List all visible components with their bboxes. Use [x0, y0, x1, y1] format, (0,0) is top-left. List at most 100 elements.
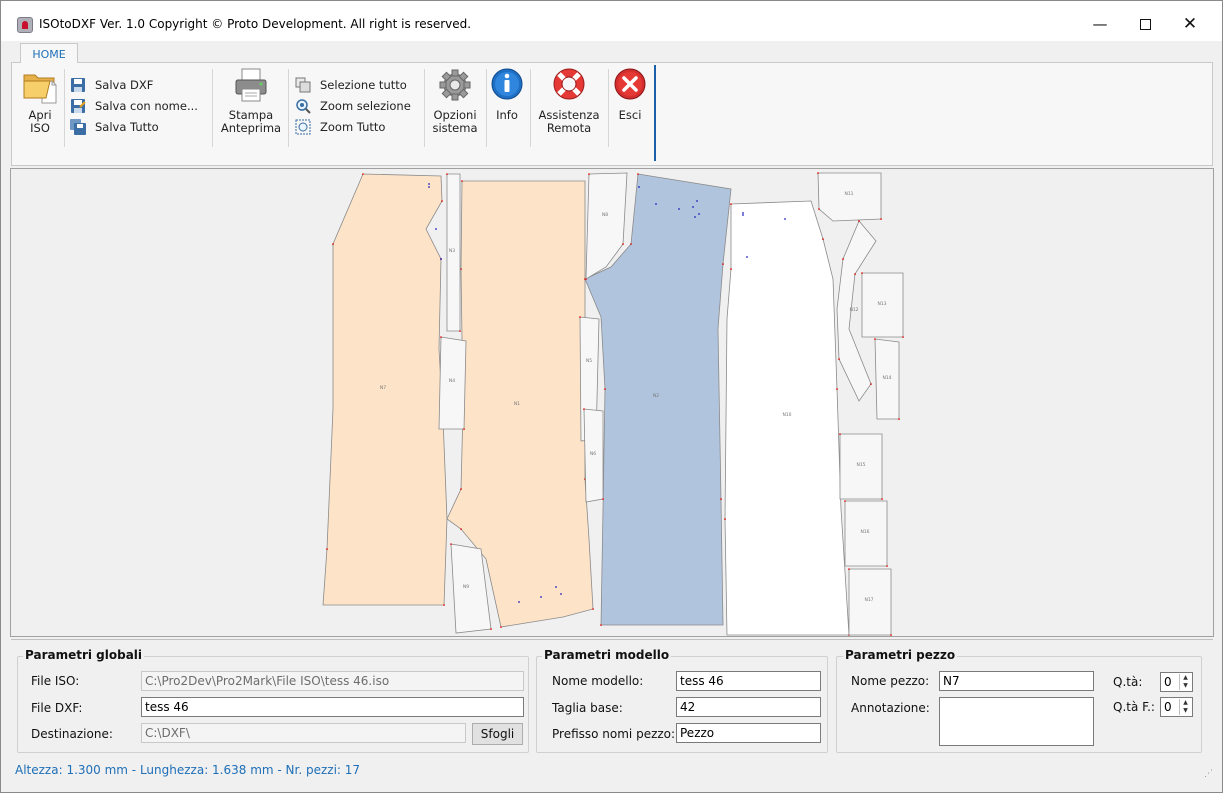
model-name-field[interactable]: tess 46: [676, 671, 821, 691]
notch-mark: [630, 243, 632, 245]
close-button[interactable]: ✕: [1167, 9, 1213, 39]
system-options-button[interactable]: Opzioni sistema: [428, 67, 482, 135]
zoom-selection-label: Zoom selezione: [320, 99, 411, 113]
model-name-label: Nome modello:: [552, 674, 644, 688]
pattern-piece-label: N7: [380, 385, 386, 391]
notch-mark: [585, 278, 587, 280]
minimize-button[interactable]: —: [1077, 9, 1123, 39]
file-iso-field[interactable]: C:\Pro2Dev\Pro2Mark\File ISO\tess 46.iso: [141, 671, 524, 691]
floppy-multiple-icon: [70, 119, 86, 135]
notch-mark: [600, 624, 602, 626]
pattern-piece[interactable]: N14: [874, 338, 900, 420]
notch-mark: [890, 634, 892, 636]
quantity-value: 0: [1164, 675, 1172, 689]
pattern-piece[interactable]: N16: [844, 500, 888, 567]
model-parameters-title: Parametri modello: [542, 648, 672, 662]
notch-mark: [818, 208, 820, 210]
save-all-button[interactable]: Salva Tutto: [70, 119, 159, 135]
pattern-piece[interactable]: N6: [583, 408, 604, 503]
pattern-piece-label: N12: [849, 307, 858, 313]
ribbon: Apri ISO Salva DXF Salva con nome... Sal…: [11, 63, 1213, 166]
browse-button[interactable]: Sfogli: [472, 723, 523, 745]
open-iso-label-2: ISO: [30, 121, 50, 135]
annotation-field[interactable]: [939, 697, 1094, 746]
open-iso-button[interactable]: Apri ISO: [22, 67, 58, 135]
ribbon-separator: [608, 69, 609, 147]
notch-mark: [722, 263, 724, 265]
drill-point: [428, 186, 430, 188]
base-size-label: Taglia base:: [552, 701, 623, 715]
drill-point: [698, 213, 700, 215]
zoom-all-button[interactable]: Zoom Tutto: [295, 119, 385, 135]
floppy-save-as-icon: [71, 99, 86, 113]
printer-icon: [235, 68, 267, 102]
quantity-arrows[interactable]: ▲ ▼: [1179, 674, 1191, 690]
exit-label: Esci: [618, 108, 642, 122]
status-bar: Altezza: 1.300 mm - Lunghezza: 1.638 mm …: [15, 763, 361, 777]
file-dxf-field[interactable]: tess 46: [141, 697, 524, 717]
pattern-drawing[interactable]: N7 N1 N2 N10 N3 N4 N5 N6 N8 N9 N11 N12 N13 N14 N15 N16 N…: [11, 169, 1214, 637]
pattern-piece-label: N13: [877, 301, 886, 307]
maximize-button[interactable]: [1122, 9, 1168, 39]
notch-mark: [730, 203, 732, 205]
select-all-label: Selezione tutto: [320, 78, 407, 92]
pattern-piece[interactable]: N10: [724, 200, 850, 636]
ribbon-separator: [486, 69, 487, 147]
select-all-button[interactable]: Selezione tutto: [295, 77, 407, 93]
exit-button[interactable]: Esci: [612, 67, 648, 122]
spin-up-icon[interactable]: ▲: [1180, 674, 1191, 682]
info-button[interactable]: Info: [490, 67, 524, 122]
pattern-canvas[interactable]: N7 N1 N2 N10 N3 N4 N5 N6 N8 N9 N11 N12 N13 N14 N15 N16 N…: [10, 168, 1214, 637]
quantity-f-stepper[interactable]: 0 ▲ ▼: [1160, 697, 1193, 717]
pattern-piece[interactable]: N15: [839, 433, 883, 500]
floppy-icon: [71, 78, 85, 92]
save-dxf-button[interactable]: Salva DXF: [70, 77, 153, 93]
maximize-icon: [1139, 18, 1151, 30]
pattern-piece-outline[interactable]: [817, 172, 882, 222]
save-as-button[interactable]: Salva con nome...: [70, 98, 198, 114]
prefix-field[interactable]: Pezzo: [676, 723, 821, 743]
pattern-piece-label: N11: [844, 191, 853, 197]
quantity-f-label: Q.tà F.:: [1113, 700, 1155, 714]
notch-mark: [724, 518, 726, 520]
pattern-piece-label: N8: [602, 212, 608, 218]
pattern-piece-label: N3: [449, 248, 455, 254]
zoom-selection-button[interactable]: Zoom selezione: [295, 98, 411, 114]
print-label-2: Anteprima: [220, 121, 282, 135]
pattern-piece[interactable]: N3: [446, 173, 461, 332]
spin-down-icon[interactable]: ▼: [1180, 707, 1191, 715]
ribbon-separator: [530, 69, 531, 147]
notch-mark: [822, 238, 824, 240]
spin-up-icon[interactable]: ▲: [1180, 699, 1191, 707]
app-icon: [17, 17, 33, 33]
drill-point: [696, 200, 698, 202]
tab-home[interactable]: HOME: [20, 43, 78, 64]
pattern-piece[interactable]: N11: [817, 172, 882, 222]
quantity-f-arrows[interactable]: ▲ ▼: [1179, 699, 1191, 715]
pattern-piece[interactable]: N7: [322, 173, 448, 606]
destination-label: Destinazione:: [31, 727, 113, 741]
print-preview-button[interactable]: Stampa Anteprima: [218, 67, 284, 135]
notch-mark: [898, 418, 900, 420]
notch-mark: [886, 565, 888, 567]
pattern-piece-outline[interactable]: [724, 200, 850, 636]
quantity-stepper[interactable]: 0 ▲ ▼: [1160, 672, 1193, 692]
spin-down-icon[interactable]: ▼: [1180, 682, 1191, 690]
remote-assistance-button[interactable]: Assistenza Remota: [534, 67, 604, 135]
piece-name-field[interactable]: N7: [939, 671, 1094, 691]
pattern-piece[interactable]: N17: [848, 568, 892, 636]
notch-mark: [604, 388, 606, 390]
base-size-field[interactable]: 42: [676, 697, 821, 717]
notch-mark: [463, 428, 465, 430]
pattern-piece[interactable]: N13: [861, 272, 904, 338]
destination-field[interactable]: C:\DXF\: [141, 723, 466, 743]
ribbon-end-separator: [654, 65, 656, 161]
notch-mark: [490, 628, 492, 630]
pattern-piece[interactable]: N4: [438, 336, 467, 430]
window-title: ISOtoDXF Ver. 1.0 Copyright © Proto Deve…: [39, 17, 472, 31]
drill-point: [428, 183, 430, 185]
global-parameters-title: Parametri globali: [23, 648, 145, 662]
pattern-piece-label: N16: [860, 529, 869, 535]
notch-mark: [440, 336, 442, 338]
resize-grip-icon[interactable]: ⋰: [1204, 769, 1214, 779]
